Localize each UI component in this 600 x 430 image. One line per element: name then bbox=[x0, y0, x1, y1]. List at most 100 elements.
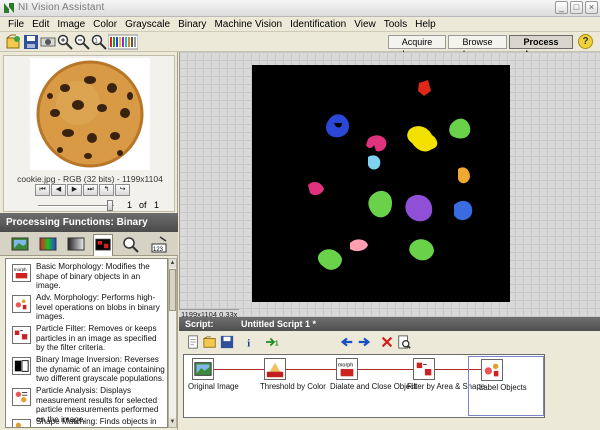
image-caption: cookie.jpg - RGB (32 bits) - 1199x1104 bbox=[17, 174, 163, 184]
window-title: NI Vision Assistant bbox=[18, 2, 105, 13]
script-name: Untitled Script 1 * bbox=[241, 319, 317, 329]
svg-text:1: 1 bbox=[275, 341, 279, 348]
script-step[interactable]: Original Image bbox=[188, 358, 244, 418]
adv-morphology-icon bbox=[12, 295, 31, 313]
left-panel: cookie.jpg - RGB (32 bits) - 1199x1104 ⏮… bbox=[0, 52, 178, 430]
function-description: Particle Filter: Removes or keeps partic… bbox=[36, 324, 157, 353]
function-particle-analysis[interactable]: Particle Analysis: Displays measurement … bbox=[6, 383, 167, 424]
script-step-selected[interactable]: Label Objects bbox=[468, 356, 544, 416]
menu-grayscale[interactable]: Grayscale bbox=[121, 19, 174, 30]
scroll-up-arrow-icon[interactable]: ▲ bbox=[169, 259, 176, 268]
help-icon[interactable]: ? bbox=[578, 34, 593, 49]
prev-image-button[interactable]: ◀ bbox=[51, 184, 66, 196]
function-list-scrollbar[interactable]: ▲ ▼ bbox=[168, 258, 177, 428]
new-script-icon[interactable] bbox=[185, 334, 201, 350]
histogram-icon[interactable] bbox=[108, 34, 138, 50]
save-script-icon[interactable] bbox=[219, 334, 235, 350]
zoom-out-icon[interactable] bbox=[74, 34, 90, 50]
first-image-button[interactable]: ⏮ bbox=[35, 184, 50, 196]
slider-thumb[interactable] bbox=[107, 200, 113, 211]
panel-divider[interactable] bbox=[179, 52, 180, 317]
acquire-icon[interactable] bbox=[40, 34, 56, 50]
process-images-button[interactable]: Process Images bbox=[509, 35, 573, 59]
binary-inversion-icon bbox=[12, 357, 31, 375]
menu-edit[interactable]: Edit bbox=[28, 19, 53, 30]
svg-text:morph: morph bbox=[14, 267, 27, 272]
zoom-in-icon[interactable] bbox=[57, 34, 73, 50]
menu-identification[interactable]: Identification bbox=[286, 19, 350, 30]
next-image-button[interactable]: ▶ bbox=[67, 184, 82, 196]
shape-matching-icon bbox=[12, 419, 31, 427]
script-properties-icon[interactable] bbox=[396, 334, 412, 350]
script-step[interactable]: Threshold by Color bbox=[260, 358, 326, 418]
zoom-fit-icon[interactable]: 1 bbox=[91, 34, 107, 50]
open-script-icon[interactable] bbox=[202, 334, 218, 350]
script-header: Script: Untitled Script 1 * bbox=[179, 317, 600, 331]
color-tab-icon[interactable] bbox=[38, 235, 58, 253]
slider-track bbox=[38, 205, 114, 207]
browse-images-button[interactable]: Browse Images bbox=[448, 35, 507, 59]
menu-view[interactable]: View bbox=[350, 19, 380, 30]
image-tab-icon[interactable] bbox=[10, 235, 30, 253]
window-controls: _ □ × bbox=[555, 1, 598, 14]
step-label: Label Objects bbox=[479, 383, 527, 392]
scroll-down-arrow-icon[interactable]: ▼ bbox=[169, 418, 176, 427]
menu-color[interactable]: Color bbox=[89, 19, 121, 30]
menu-image[interactable]: Image bbox=[53, 19, 89, 30]
save-icon[interactable] bbox=[23, 34, 39, 50]
close-button[interactable]: × bbox=[585, 1, 598, 14]
menu-tools[interactable]: Tools bbox=[380, 19, 411, 30]
move-step-right-icon[interactable] bbox=[356, 334, 372, 350]
step-label: Dialate and Close Object bbox=[330, 382, 417, 391]
function-shape-matching[interactable]: Shape Matching: Finds objects in an imag… bbox=[6, 414, 167, 427]
labeled-binary-image[interactable] bbox=[252, 65, 510, 302]
vision-assistant-window: NI Vision Assistant _ □ × File Edit Imag… bbox=[0, 0, 600, 430]
open-image-icon[interactable] bbox=[6, 34, 22, 50]
function-particle-filter[interactable]: Particle Filter: Removes or keeps partic… bbox=[6, 321, 167, 352]
last-image-button[interactable]: ⏭ bbox=[83, 184, 98, 196]
menu-help[interactable]: Help bbox=[411, 19, 440, 30]
minimize-button[interactable]: _ bbox=[555, 1, 568, 14]
function-basic-morphology[interactable]: morph Basic Morphology: Modifies the sha… bbox=[6, 259, 167, 290]
delete-step-icon[interactable] bbox=[379, 334, 395, 350]
function-description: Adv. Morphology: Performs high-level ope… bbox=[36, 293, 160, 322]
function-description: Binary Image Inversion: Reverses the dyn… bbox=[36, 355, 165, 384]
script-panel: Script: Untitled Script 1 * i 1 Original… bbox=[179, 317, 600, 430]
original-image-icon bbox=[192, 358, 214, 380]
step-label: Threshold by Color bbox=[260, 382, 326, 391]
script-toolbar: i 1 bbox=[179, 332, 600, 352]
svg-text:i: i bbox=[247, 338, 250, 349]
svg-text:123: 123 bbox=[153, 247, 164, 253]
move-step-left-icon[interactable] bbox=[339, 334, 355, 350]
menu-machine-vision[interactable]: Machine Vision bbox=[210, 19, 286, 30]
particle-blob bbox=[454, 200, 473, 221]
rotate-right-button[interactable]: ↪ bbox=[115, 184, 130, 196]
menu-binary[interactable]: Binary bbox=[174, 19, 210, 30]
menu-file[interactable]: File bbox=[4, 19, 28, 30]
cookie-thumbnail[interactable] bbox=[30, 58, 150, 170]
morphology-icon: morph bbox=[336, 358, 358, 380]
function-binary-inversion[interactable]: Binary Image Inversion: Reverses the dyn… bbox=[6, 352, 167, 383]
function-category-tabs: 123 bbox=[0, 232, 178, 256]
maximize-button[interactable]: □ bbox=[570, 1, 583, 14]
title-bar: NI Vision Assistant _ □ × bbox=[0, 0, 600, 17]
info-icon[interactable]: i bbox=[241, 334, 257, 350]
function-adv-morphology[interactable]: Adv. Morphology: Performs high-level ope… bbox=[6, 290, 167, 321]
acquire-images-button[interactable]: Acquire Images bbox=[388, 35, 446, 59]
scrollbar-thumb[interactable] bbox=[169, 269, 176, 311]
identification-tab-icon[interactable]: 123 bbox=[150, 235, 170, 253]
image-slider[interactable] bbox=[4, 200, 176, 212]
binary-tab-icon[interactable] bbox=[93, 234, 113, 256]
run-script-icon[interactable]: 1 bbox=[263, 334, 283, 350]
image-nav: ⏮ ◀ ▶ ⏭ ↰ ↪ bbox=[35, 184, 130, 196]
rotate-left-button[interactable]: ↰ bbox=[99, 184, 114, 196]
svg-text:morph: morph bbox=[338, 362, 353, 368]
basic-morphology-icon: morph bbox=[12, 264, 31, 282]
grayscale-tab-icon[interactable] bbox=[66, 235, 86, 253]
script-steps-area: Original Image Threshold by Color morph … bbox=[183, 354, 545, 418]
function-description: Shape Matching: Finds objects in an imag… bbox=[36, 417, 157, 427]
threshold-icon bbox=[264, 358, 286, 380]
menu-bar: File Edit Image Color Grayscale Binary M… bbox=[0, 17, 600, 32]
machine-vision-tab-icon[interactable] bbox=[121, 235, 141, 253]
image-browser: cookie.jpg - RGB (32 bits) - 1199x1104 ⏮… bbox=[3, 55, 175, 212]
